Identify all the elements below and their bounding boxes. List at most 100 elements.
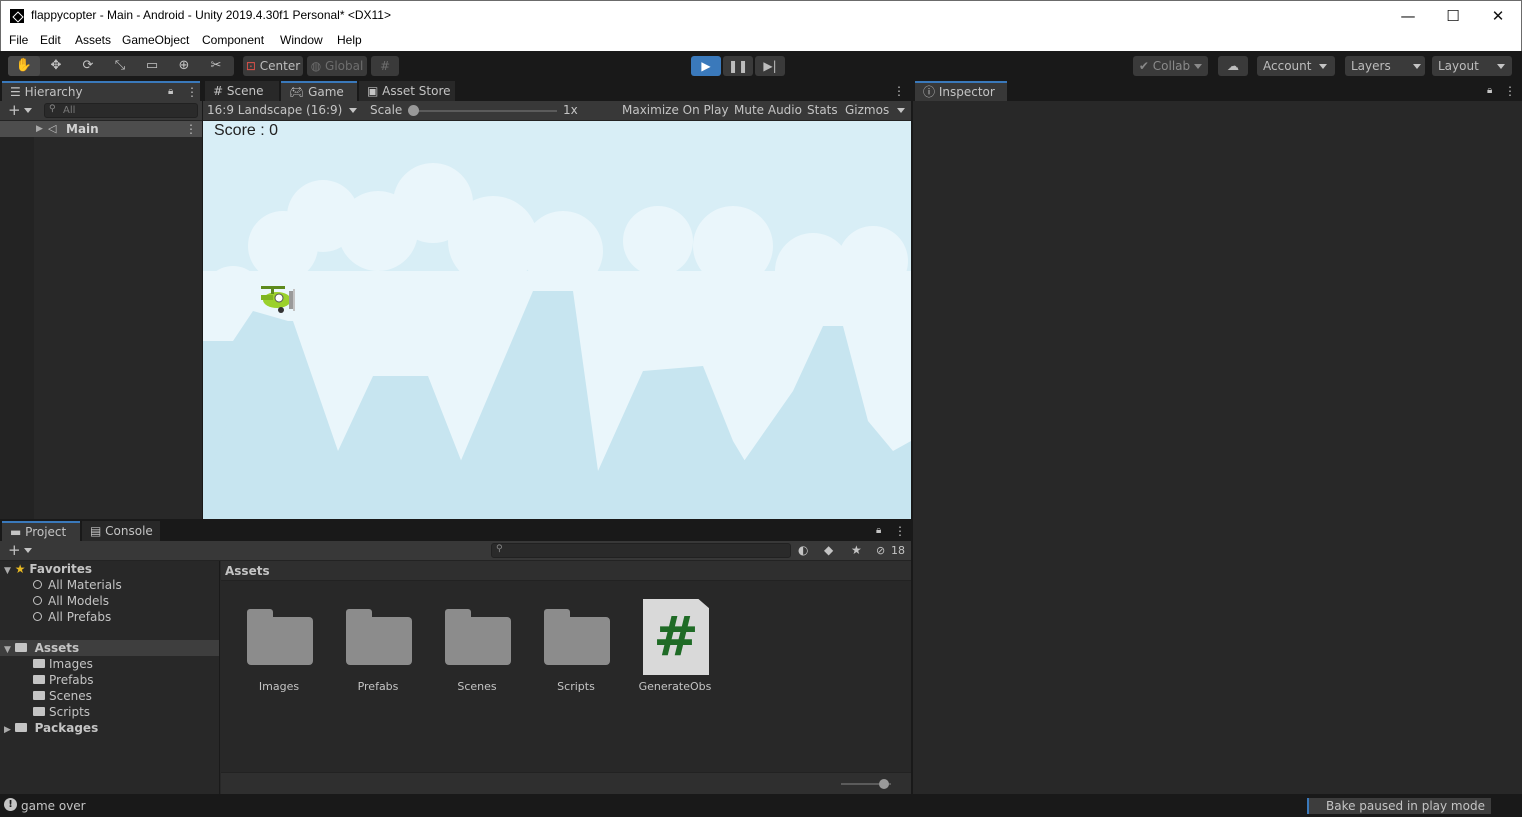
gizmos-dropdown[interactable]: Gizmos xyxy=(845,101,889,120)
panel-menu-icon[interactable]: ⋮ xyxy=(894,521,906,541)
icon-size-slider[interactable] xyxy=(841,779,891,789)
layout-dropdown[interactable]: Layout xyxy=(1432,56,1512,76)
add-icon[interactable]: + xyxy=(8,541,21,559)
favorite-item[interactable]: All Models xyxy=(33,593,109,609)
maximize-button[interactable]: ☐ xyxy=(1430,1,1476,31)
folder-item[interactable]: Prefabs xyxy=(33,672,94,688)
filter-by-label-icon[interactable]: ◆ xyxy=(824,541,833,560)
menu-window[interactable]: Window xyxy=(280,33,323,47)
transform-tool-icon[interactable]: ⊕ xyxy=(168,56,200,76)
minimize-button[interactable]: — xyxy=(1385,1,1431,31)
folder-item[interactable]: Scripts xyxy=(33,704,90,720)
scene-menu-icon[interactable]: ⋮ xyxy=(185,121,197,137)
scene-row-main[interactable]: ▶ ◁ Main ⋮ xyxy=(0,121,202,137)
menu-gameobject[interactable]: GameObject xyxy=(122,33,189,47)
game-background xyxy=(203,121,911,519)
layout-label: Layout xyxy=(1438,59,1479,73)
pivot-center-toggle[interactable]: ⊡ Center xyxy=(243,56,303,76)
tab-hierarchy[interactable]: ☰ Hierarchy 🔒︎ ⋮ xyxy=(2,81,200,101)
add-icon[interactable]: + xyxy=(8,101,21,119)
search-icon xyxy=(33,596,42,605)
folder-icon xyxy=(14,723,27,732)
step-button[interactable]: ▶| xyxy=(755,56,785,76)
scale-slider-thumb[interactable] xyxy=(408,105,419,116)
favorite-star-icon[interactable]: ★ xyxy=(851,541,862,560)
menu-edit[interactable]: Edit xyxy=(40,33,61,47)
mute-audio-toggle[interactable]: Mute Audio xyxy=(734,101,802,120)
game-viewport[interactable]: Score : 0 xyxy=(203,121,911,519)
hand-tool-icon[interactable]: ✋ xyxy=(8,56,40,76)
hierarchy-gutter xyxy=(0,122,34,519)
menu-assets[interactable]: Assets xyxy=(75,33,111,47)
menu-file[interactable]: File xyxy=(9,33,28,47)
custom-tool-icon[interactable]: ✂ xyxy=(200,56,232,76)
asset-item-folder[interactable] xyxy=(247,609,313,665)
maximize-on-play-toggle[interactable]: Maximize On Play xyxy=(622,101,729,120)
favorite-item[interactable]: All Materials xyxy=(33,577,122,593)
scene-name: Main xyxy=(66,122,99,136)
breadcrumb-assets[interactable]: Assets xyxy=(225,561,270,581)
project-search-input[interactable]: ⚲ xyxy=(491,543,791,558)
play-button[interactable]: ▶ xyxy=(691,56,721,76)
hierarchy-search-input[interactable]: ⚲ All xyxy=(44,103,198,118)
chevron-right-icon[interactable]: ▶ xyxy=(36,121,43,137)
chevron-down-icon[interactable] xyxy=(24,108,32,113)
chevron-down-icon[interactable] xyxy=(897,108,905,113)
lock-icon[interactable]: 🔒︎ xyxy=(1487,81,1492,101)
assets-root-item[interactable]: ▼ Assets xyxy=(0,640,219,656)
asset-item-script[interactable]: # xyxy=(643,599,709,675)
folder-item[interactable]: Images xyxy=(33,656,93,672)
account-dropdown[interactable]: Account xyxy=(1257,56,1335,76)
lock-icon[interactable]: 🔒︎ xyxy=(876,521,881,541)
collab-dropdown[interactable]: ✔ Collab xyxy=(1133,56,1208,76)
asset-item-folder[interactable] xyxy=(346,609,412,665)
status-message[interactable]: game over xyxy=(21,795,86,817)
panel-menu-icon[interactable]: ⋮ xyxy=(893,81,905,101)
tab-console[interactable]: ▤ Console xyxy=(82,521,160,541)
aspect-dropdown[interactable]: 16:9 Landscape (16:9) xyxy=(203,101,361,120)
scale-slider[interactable] xyxy=(408,105,557,116)
chevron-down-icon[interactable]: ▼ xyxy=(4,645,11,655)
menu-help[interactable]: Help xyxy=(337,33,362,47)
chevron-down-icon[interactable] xyxy=(24,548,32,553)
hierarchy-toolbar: + ⚲ All xyxy=(0,101,202,121)
asset-item-folder[interactable] xyxy=(544,609,610,665)
aspect-label: 16:9 Landscape (16:9) xyxy=(207,103,343,117)
menu-component[interactable]: Component xyxy=(202,33,264,47)
folder-item-label: Prefabs xyxy=(49,673,94,687)
panel-menu-icon[interactable]: ⋮ xyxy=(186,83,198,101)
panel-menu-icon[interactable]: ⋮ xyxy=(1504,81,1516,101)
cloud-button[interactable]: ☁ xyxy=(1218,56,1248,76)
folder-item[interactable]: Scenes xyxy=(33,688,92,704)
packages-root-item[interactable]: ▶ Packages xyxy=(4,720,98,736)
favorite-item[interactable]: All Prefabs xyxy=(33,609,111,625)
scale-tool-icon[interactable]: ⤡ xyxy=(104,56,136,76)
folder-icon: ▬ xyxy=(10,525,22,539)
tab-scene[interactable]: # Scene xyxy=(205,81,279,101)
icon-size-slider-thumb[interactable] xyxy=(879,779,889,789)
favorites-header[interactable]: ▼ ★ Favorites xyxy=(4,561,92,577)
tab-inspector[interactable]: ⓘ Inspector xyxy=(915,81,1007,101)
chevron-down-icon[interactable]: ▼ xyxy=(4,566,11,576)
stats-toggle[interactable]: Stats xyxy=(807,101,838,120)
asset-item-folder[interactable] xyxy=(445,609,511,665)
tab-game[interactable]: 🎮︎ Game xyxy=(281,81,357,101)
pause-button[interactable]: ❚❚ xyxy=(723,56,753,76)
tab-project[interactable]: ▬ Project xyxy=(2,521,80,541)
console-tab-label: Console xyxy=(105,524,153,538)
layers-dropdown[interactable]: Layers xyxy=(1345,56,1425,76)
rect-tool-icon[interactable]: ▭ xyxy=(136,56,168,76)
chevron-right-icon[interactable]: ▶ xyxy=(4,725,11,735)
snap-grid-icon[interactable]: # xyxy=(371,56,399,76)
pivot-global-toggle[interactable]: ◍ Global xyxy=(307,56,367,76)
hidden-packages-icon[interactable]: ⊘ xyxy=(876,541,885,560)
tab-asset-store[interactable]: ▣ Asset Store xyxy=(359,81,455,101)
filter-by-type-icon[interactable]: ◐ xyxy=(798,541,808,560)
move-tool-icon[interactable]: ✥ xyxy=(40,56,72,76)
close-button[interactable]: ✕ xyxy=(1475,1,1521,31)
scene-tab-label: Scene xyxy=(226,84,264,98)
window-titlebar: flappycopter - Main - Android - Unity 20… xyxy=(0,0,1522,31)
rotate-tool-icon[interactable]: ⟳ xyxy=(72,56,104,76)
project-toolbar: + ⚲ ◐ ◆ ★ ⊘ 18 xyxy=(0,541,911,561)
lock-icon[interactable]: 🔒︎ xyxy=(168,83,173,101)
